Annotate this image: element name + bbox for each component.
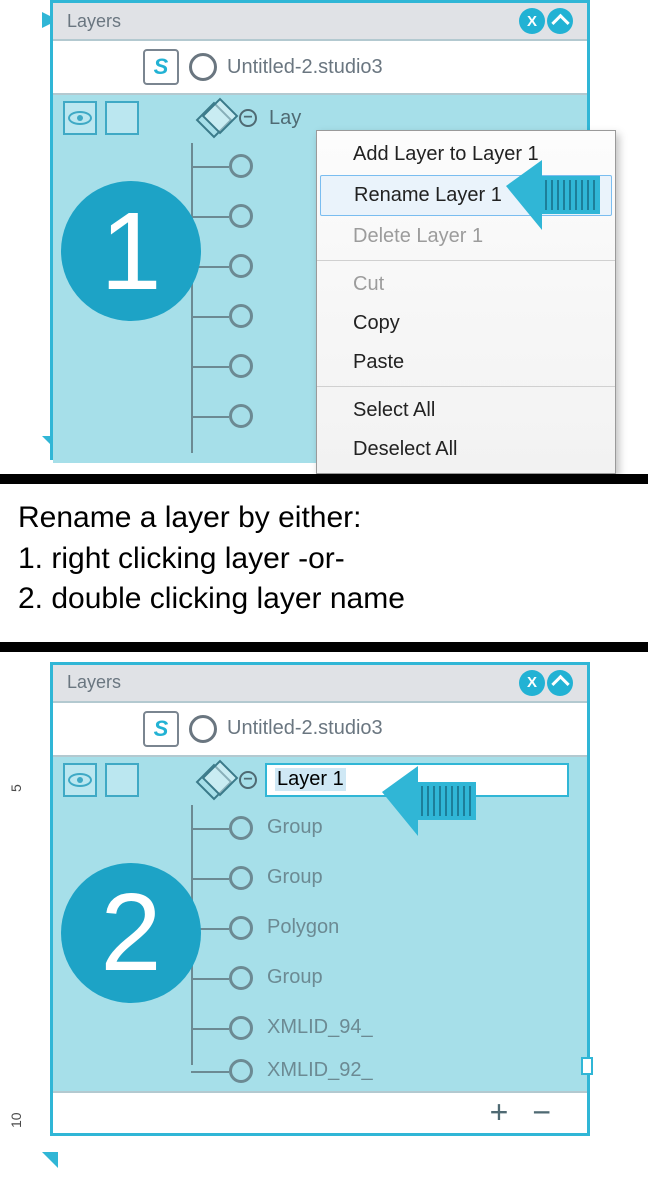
step-1-container: Layers X S Untitled-2.studio3 − L bbox=[0, 0, 648, 474]
shape-circle-icon bbox=[229, 966, 253, 990]
menu-item-cut: Cut bbox=[317, 265, 615, 304]
layer-child-row[interactable]: Group bbox=[229, 853, 587, 903]
menu-item-deselect-all[interactable]: Deselect All bbox=[317, 430, 615, 469]
step-number-badge: 1 bbox=[61, 181, 201, 321]
step-2-container: 5 10 Layers X S Untitled-2.studio3 bbox=[0, 652, 648, 1188]
shape-circle-icon bbox=[189, 715, 217, 743]
layers-icon bbox=[201, 103, 231, 133]
document-row[interactable]: S Untitled-2.studio3 bbox=[53, 703, 587, 757]
child-label: Polygon bbox=[267, 916, 339, 939]
menu-item-paste[interactable]: Paste bbox=[317, 343, 615, 382]
eye-icon bbox=[68, 111, 92, 125]
visibility-toggle[interactable] bbox=[63, 101, 97, 135]
eye-icon bbox=[68, 773, 92, 787]
section-divider bbox=[0, 642, 648, 652]
remove-layer-button[interactable]: − bbox=[532, 1094, 551, 1131]
shape-circle-icon bbox=[229, 866, 253, 890]
layer-tree: − Layer 1 Group Group Polygon Group XMLI… bbox=[53, 757, 587, 1091]
collapse-node-icon[interactable]: − bbox=[239, 109, 257, 127]
layers-panel: Layers X S Untitled-2.studio3 − bbox=[50, 662, 590, 1136]
menu-item-select-all[interactable]: Select All bbox=[317, 391, 615, 430]
scroll-handle[interactable] bbox=[581, 1057, 593, 1075]
caption-line-3: 2. double clicking layer name bbox=[18, 579, 630, 620]
shape-circle-icon bbox=[229, 354, 253, 378]
collapse-node-icon[interactable]: − bbox=[239, 771, 257, 789]
caption-line-1: Rename a layer by either: bbox=[18, 498, 630, 539]
shape-circle-icon bbox=[229, 916, 253, 940]
layer-child-row[interactable]: Group bbox=[229, 953, 587, 1003]
child-label: Group bbox=[267, 816, 323, 839]
step-number-badge: 2 bbox=[61, 863, 201, 1003]
shape-circle-icon bbox=[229, 1059, 253, 1083]
layer-child-row[interactable]: XMLID_92_ bbox=[229, 1053, 587, 1089]
document-row[interactable]: S Untitled-2.studio3 bbox=[53, 41, 587, 95]
layer-child-row[interactable]: Polygon bbox=[229, 903, 587, 953]
close-panel-button[interactable]: X bbox=[519, 8, 545, 34]
collapse-panel-button[interactable] bbox=[547, 670, 573, 696]
ruler-marker-icon bbox=[42, 1152, 58, 1168]
layer-name-label[interactable]: Lay bbox=[265, 107, 301, 130]
layer-child-row[interactable]: XMLID_94_ bbox=[229, 1003, 587, 1053]
tree-connector-line bbox=[191, 143, 193, 453]
child-label: XMLID_92_ bbox=[267, 1059, 373, 1082]
shape-circle-icon bbox=[189, 53, 217, 81]
collapse-panel-button[interactable] bbox=[547, 8, 573, 34]
shape-circle-icon bbox=[229, 816, 253, 840]
lock-toggle[interactable] bbox=[105, 101, 139, 135]
section-divider bbox=[0, 474, 648, 484]
vertical-ruler: 5 10 bbox=[0, 652, 40, 1188]
caption-line-2: 1. right clicking layer -or- bbox=[18, 539, 630, 580]
document-thumb-icon: S bbox=[143, 711, 179, 747]
panel-title: Layers bbox=[67, 672, 121, 693]
layer-rename-value: Layer 1 bbox=[275, 768, 346, 791]
document-thumb-icon: S bbox=[143, 49, 179, 85]
layer-row[interactable]: − Layer 1 bbox=[53, 757, 587, 803]
cursor-arrow-icon bbox=[504, 158, 604, 238]
panel-footer: + − bbox=[53, 1091, 587, 1133]
shape-circle-icon bbox=[229, 254, 253, 278]
shape-circle-icon bbox=[229, 154, 253, 178]
lock-toggle[interactable] bbox=[105, 763, 139, 797]
document-name: Untitled-2.studio3 bbox=[227, 717, 383, 740]
panel-header: Layers X bbox=[53, 665, 587, 703]
child-label: Group bbox=[267, 866, 323, 889]
shape-circle-icon bbox=[229, 404, 253, 428]
panel-title: Layers bbox=[67, 11, 121, 32]
layers-icon bbox=[201, 765, 231, 795]
shape-circle-icon bbox=[229, 304, 253, 328]
visibility-toggle[interactable] bbox=[63, 763, 97, 797]
shape-circle-icon bbox=[229, 204, 253, 228]
document-name: Untitled-2.studio3 bbox=[227, 56, 383, 79]
add-layer-button[interactable]: + bbox=[490, 1094, 509, 1131]
instruction-caption: Rename a layer by either: 1. right click… bbox=[0, 484, 648, 642]
vertical-ruler bbox=[0, 0, 40, 474]
child-label: Group bbox=[267, 966, 323, 989]
cursor-arrow-icon bbox=[380, 764, 480, 844]
child-label: XMLID_94_ bbox=[267, 1016, 373, 1039]
panel-header: Layers X bbox=[53, 3, 587, 41]
close-panel-button[interactable]: X bbox=[519, 670, 545, 696]
menu-item-copy[interactable]: Copy bbox=[317, 304, 615, 343]
shape-circle-icon bbox=[229, 1016, 253, 1040]
